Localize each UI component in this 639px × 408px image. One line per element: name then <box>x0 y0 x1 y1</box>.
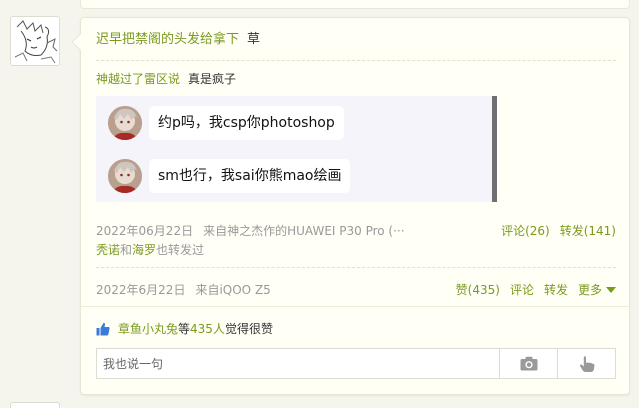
chat-avatar-image <box>108 106 142 140</box>
also-user-link[interactable]: 秃诺 <box>96 243 120 257</box>
post-meta: 2022年6月22日 来自iQOO Z5 赞(435) 评论 转发 更多 <box>96 281 616 299</box>
chat-bubble: 约p吗，我csp你photoshop <box>149 106 344 140</box>
repost-text: 真是疯子 <box>188 72 237 86</box>
chat-row: 约p吗，我csp你photoshop <box>108 105 344 141</box>
post-line: 迟早把禁阁的头发给拿下草 <box>96 31 616 49</box>
chat-screenshot-image[interactable]: 约p吗，我csp你photoshop sm也行，我sai你熊mao绘画 <box>96 96 497 202</box>
comment-input[interactable] <box>97 349 499 378</box>
thumbs-up-icon <box>96 322 110 336</box>
chat-avatar-image <box>108 159 142 193</box>
repost-line: 神越过了雷区说 真是疯子 <box>96 70 616 88</box>
repost-source: 来自神之杰作的HUAWEI P30 Pro (··· <box>203 224 405 238</box>
comment-link[interactable]: 评论 <box>510 281 534 299</box>
like-count-link[interactable]: 赞(435) <box>456 281 500 299</box>
likes-summary: 章鱼小丸兔 等 435人 觉得很赞 <box>96 320 616 338</box>
next-avatar-edge <box>10 402 60 408</box>
repost-author-link[interactable]: 神越过了雷区说 <box>96 72 180 86</box>
pointing-hand-icon <box>579 355 594 372</box>
likes-mid: 等 <box>178 322 191 336</box>
chat-avatar <box>108 159 142 193</box>
anime-sketch-avatar-image <box>11 17 59 65</box>
user-avatar[interactable] <box>10 16 60 66</box>
comment-bar <box>96 348 616 379</box>
divider <box>96 267 616 268</box>
gesture-button[interactable] <box>557 349 615 378</box>
post-text: 草 <box>247 32 261 47</box>
divider <box>96 60 616 61</box>
caret-down-icon <box>606 287 616 293</box>
chat-row: sm也行，我sai你熊mao绘画 <box>108 158 351 194</box>
also-user-link[interactable]: 海罗 <box>132 243 156 257</box>
post-meta-left: 2022年6月22日 来自iQOO Z5 <box>96 281 271 299</box>
forward-link[interactable]: 转发 <box>544 281 568 299</box>
post-actions: 赞(435) 评论 转发 更多 <box>456 281 616 299</box>
repost-meta: 2022年06月22日 来自神之杰作的HUAWEI P30 Pro (··· 评论… <box>96 222 616 240</box>
also-suffix: 也转发过 <box>156 243 205 257</box>
feed-card: 迟早把禁阁的头发给拿下草 神越过了雷区说 真是疯子 约p吗，我csp你photos… <box>71 17 630 395</box>
liker-user-link[interactable]: 章鱼小丸兔 <box>118 320 178 338</box>
repost-actions: 评论(26) 转发(141) <box>501 222 616 240</box>
previous-card-edge <box>80 0 630 9</box>
post-author-link[interactable]: 迟早把禁阁的头发给拿下 <box>96 32 239 47</box>
likers-count-link[interactable]: 435人 <box>190 320 225 338</box>
repost-comments-link[interactable]: 评论(26) <box>501 222 550 240</box>
camera-icon <box>520 356 537 371</box>
post-source: 来自iQOO Z5 <box>195 283 271 297</box>
more-label: 更多 <box>577 283 602 297</box>
post-time-link[interactable]: 2022年6月22日 <box>96 283 185 297</box>
repost-time-link[interactable]: 2022年06月22日 <box>96 224 193 238</box>
likes-suffix: 觉得很赞 <box>224 322 273 336</box>
more-menu-button[interactable]: 更多 <box>578 281 616 299</box>
repost-forwards-link[interactable]: 转发(141) <box>560 222 616 240</box>
chat-avatar <box>108 106 142 140</box>
image-upload-button[interactable] <box>499 349 557 378</box>
also-forwarded-line: 秃诺和海罗也转发过 <box>96 241 616 259</box>
also-and: 和 <box>120 243 133 257</box>
repost-meta-left: 2022年06月22日 来自神之杰作的HUAWEI P30 Pro (··· <box>96 222 405 240</box>
card-pointer-arrow <box>71 33 89 51</box>
chat-bubble: sm也行，我sai你熊mao绘画 <box>149 159 351 193</box>
section-separator <box>81 306 629 307</box>
